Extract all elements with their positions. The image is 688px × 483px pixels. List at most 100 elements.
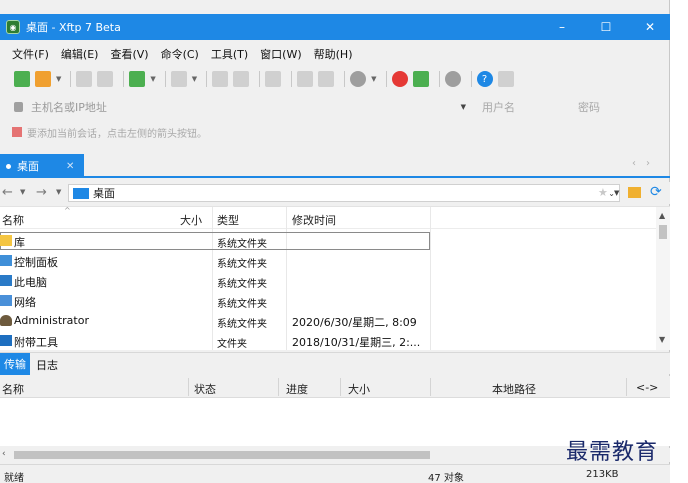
menu-bar: 文件(F) 编辑(E) 查看(V) 命令(C) 工具(T) 窗口(W) 帮助(H… [0, 44, 670, 64]
username-input[interactable]: 用户名 [480, 98, 568, 116]
scroll-left-icon[interactable]: ‹ [2, 449, 6, 459]
host-input[interactable]: 主机名或IP地址 ▼ [14, 98, 470, 116]
paste-icon[interactable] [233, 71, 250, 87]
col-transfer-local-path[interactable]: 本地路径 [492, 381, 536, 397]
forward-dropdown-icon[interactable]: ▼ [56, 188, 61, 196]
host-dropdown-icon[interactable]: ▼ [461, 103, 466, 111]
file-type: 系统文件夹 [217, 279, 267, 290]
toolbar-divider [70, 71, 72, 87]
tab-desktop[interactable]: 桌面 ✕ [0, 154, 84, 178]
control-panel-icon [0, 255, 12, 266]
tab-transfer[interactable]: 传输 [0, 353, 30, 375]
file-row[interactable]: 网络 系统文件夹 [0, 291, 656, 311]
bookmark-dropdown-icon[interactable]: ▼ [614, 189, 619, 197]
menu-edit[interactable]: 编辑(E) [61, 46, 99, 62]
hscroll-thumb[interactable] [14, 451, 430, 459]
col-size[interactable]: 大小 [180, 212, 202, 228]
column-divider [340, 378, 341, 396]
new-tab-icon[interactable] [129, 71, 146, 87]
tab-close-icon[interactable]: ✕ [66, 161, 74, 172]
toolbar-divider [438, 71, 440, 87]
menu-view[interactable]: 查看(V) [110, 46, 148, 62]
window-title: 桌面 - Xftp 7 Beta [26, 21, 121, 34]
col-transfer-status[interactable]: 状态 [194, 381, 216, 397]
add-session-arrow-icon[interactable] [12, 127, 22, 137]
tab-log[interactable]: 日志 [36, 357, 58, 373]
file-type: 系统文件夹 [217, 319, 267, 330]
path-input[interactable]: 桌面 ⌄ [68, 184, 620, 202]
file-row[interactable]: 控制面板 系统文件夹 [0, 251, 656, 271]
sync-icon[interactable] [265, 71, 282, 87]
col-modified[interactable]: 修改时间 [292, 212, 336, 228]
transfer-tabs: 传输 日志 [0, 352, 670, 375]
refresh-icon[interactable]: ⟳ [650, 184, 662, 200]
back-arrow-icon[interactable]: ← [2, 185, 13, 200]
layout-icon[interactable] [170, 71, 187, 87]
chat-icon[interactable] [497, 71, 514, 87]
menu-window[interactable]: 窗口(W) [260, 46, 301, 62]
settings-gear-icon[interactable] [444, 71, 461, 87]
minimize-button[interactable]: – [540, 14, 584, 40]
user-icon [0, 315, 12, 326]
file-row[interactable]: Administrator 系统文件夹 2020/6/30/星期二, 8:09 [0, 311, 656, 331]
file-row[interactable]: 此电脑 系统文件夹 [0, 271, 656, 291]
open-folder-icon[interactable] [35, 71, 51, 87]
tab-scroll-arrows-icon[interactable]: ‹› [632, 158, 660, 169]
toolbar-divider [259, 71, 261, 87]
xshell-icon[interactable] [391, 71, 408, 87]
session-hint: 要添加当前会话，点击左侧的箭头按钮。 [0, 122, 670, 142]
xftp-window: ◉ 桌面 - Xftp 7 Beta – ☐ ✕ 文件(F) 编辑(E) 查看(… [0, 0, 670, 483]
file-row[interactable]: 库 系统文件夹 [0, 231, 656, 251]
copy-icon[interactable] [212, 71, 229, 87]
col-transfer-direction[interactable]: <-> [636, 381, 658, 394]
open-dropdown-icon[interactable]: ▼ [56, 75, 61, 83]
selection-outline [0, 232, 430, 250]
forward-arrow-icon[interactable]: → [36, 185, 47, 200]
scroll-thumb[interactable] [659, 225, 667, 239]
scroll-up-icon[interactable]: ▲ [659, 211, 665, 220]
help-icon[interactable]: ? [476, 71, 493, 87]
file-list-header: 名称 ^ 大小 类型 修改时间 [0, 207, 656, 229]
file-name: 此电脑 [14, 276, 47, 289]
globe-icon[interactable] [350, 71, 367, 87]
globe-dropdown-icon[interactable]: ▼ [371, 75, 376, 83]
scroll-down-icon[interactable]: ▼ [659, 335, 665, 344]
file-name: 网络 [14, 296, 36, 309]
sort-caret-icon: ^ [64, 206, 71, 215]
library-icon [0, 235, 12, 246]
connect-icon[interactable] [76, 71, 93, 87]
file-row[interactable]: 附带工具 文件夹 2018/10/31/星期三, 2:... [0, 331, 656, 350]
xftp-icon[interactable] [412, 71, 429, 87]
menu-command[interactable]: 命令(C) [161, 46, 199, 62]
menu-tools[interactable]: 工具(T) [211, 46, 248, 62]
bookmark-star-icon[interactable]: ★ [598, 186, 608, 199]
col-transfer-progress[interactable]: 进度 [286, 381, 308, 397]
password-placeholder: 密码 [578, 101, 600, 114]
file-list-scrollbar[interactable]: ▲ ▼ [656, 207, 670, 350]
host-placeholder: 主机名或IP地址 [31, 101, 107, 114]
tab-label: 桌面 [17, 160, 39, 173]
disconnect-icon[interactable] [97, 71, 114, 87]
close-button[interactable]: ✕ [628, 14, 672, 40]
new-tab-dropdown-icon[interactable]: ▼ [150, 75, 155, 83]
maximize-button[interactable]: ☐ [584, 14, 628, 40]
menu-help[interactable]: 帮助(H) [314, 46, 353, 62]
col-transfer-name[interactable]: 名称 [2, 381, 24, 397]
password-input[interactable]: 密码 [578, 98, 666, 116]
back-dropdown-icon[interactable]: ▼ [20, 188, 25, 196]
xftp-logo-icon: ◉ [6, 20, 20, 34]
col-type[interactable]: 类型 [217, 212, 239, 228]
toolbar-divider [344, 71, 346, 87]
title-bar: ◉ 桌面 - Xftp 7 Beta – ☐ ✕ [0, 14, 670, 40]
tools-icon [0, 335, 12, 346]
new-session-icon[interactable] [14, 71, 30, 87]
delete-icon[interactable] [318, 71, 335, 87]
tab-status-dot-icon [6, 163, 11, 169]
open-local-folder-icon[interactable] [628, 187, 641, 198]
col-name[interactable]: 名称 [2, 212, 24, 228]
menu-file[interactable]: 文件(F) [12, 46, 49, 62]
col-transfer-size[interactable]: 大小 [348, 381, 370, 397]
status-bar: 就绪 47 对象 213KB [0, 464, 670, 483]
properties-icon[interactable] [297, 71, 314, 87]
layout-dropdown-icon[interactable]: ▼ [192, 75, 197, 83]
